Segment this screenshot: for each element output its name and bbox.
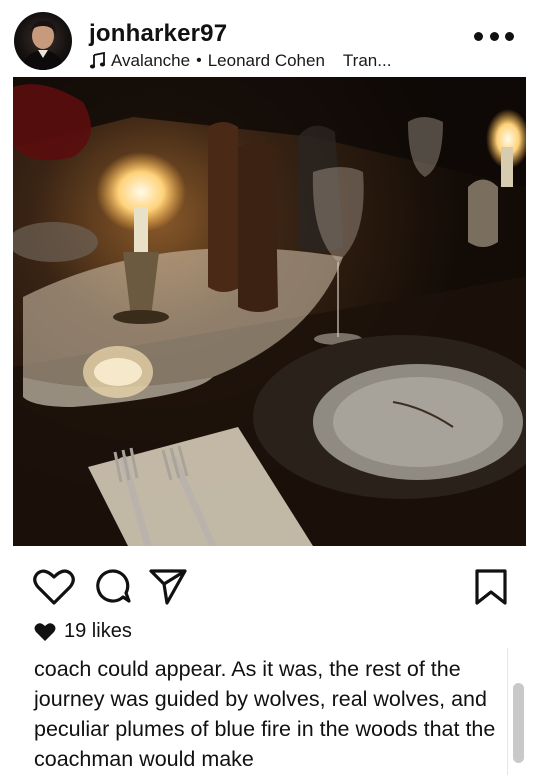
music-info[interactable]: Avalanche • Leonard Cohen Tran... [89, 51, 391, 71]
artist-name: Leonard Cohen [207, 51, 325, 70]
username[interactable]: jonharker97 [89, 20, 227, 48]
likes-row[interactable]: 19 likes [34, 620, 132, 643]
send-icon[interactable] [148, 566, 188, 606]
song-title: Avalanche [111, 51, 191, 70]
comment-icon[interactable] [95, 568, 131, 604]
action-bar [0, 560, 540, 610]
music-extra: Tran... [342, 51, 392, 70]
separator-dot: • [196, 52, 202, 69]
avatar[interactable] [14, 12, 72, 70]
more-horizontal-icon [474, 31, 483, 41]
scrollbar-thumb[interactable] [513, 683, 524, 763]
more-options-button[interactable] [474, 30, 514, 42]
post-header: jonharker97 Avalanche • Leonard Cohen Tr… [0, 0, 540, 76]
likes-count: 19 likes [64, 620, 132, 642]
music-note-icon [89, 52, 106, 69]
caption-text: coach could appear. As it was, the rest … [34, 657, 496, 771]
heart-filled-icon [34, 622, 56, 641]
bookmark-icon[interactable] [474, 568, 508, 606]
heart-outline-icon[interactable] [33, 568, 75, 606]
post-photo[interactable] [13, 77, 526, 546]
